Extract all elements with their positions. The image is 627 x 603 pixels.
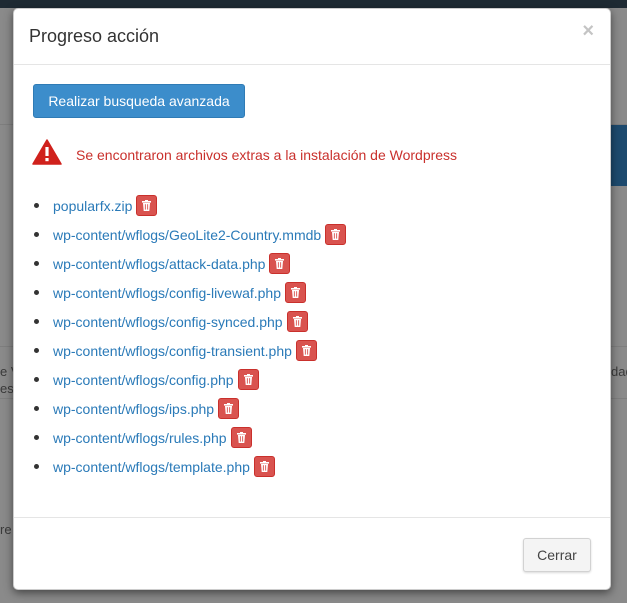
trash-icon bbox=[224, 403, 234, 414]
trash-icon bbox=[331, 229, 341, 240]
progress-modal: Progreso acción × Realizar busqueda avan… bbox=[13, 8, 611, 590]
bullet bbox=[34, 406, 39, 411]
file-link[interactable]: wp-content/wflogs/config-synced.php bbox=[53, 314, 283, 330]
bullet bbox=[34, 319, 39, 324]
modal-header: Progreso acción × bbox=[14, 9, 610, 65]
advanced-search-button[interactable]: Realizar busqueda avanzada bbox=[33, 84, 245, 118]
trash-icon bbox=[301, 345, 311, 356]
delete-file-button[interactable] bbox=[295, 340, 317, 361]
modal-footer: Cerrar bbox=[14, 518, 610, 589]
bullet bbox=[34, 203, 39, 208]
bullet bbox=[34, 464, 39, 469]
modal-title: Progreso acción bbox=[29, 26, 160, 46]
bullet bbox=[34, 377, 39, 382]
trash-icon bbox=[142, 200, 152, 211]
list-item: wp-content/wflogs/ips.php bbox=[34, 394, 346, 423]
file-link[interactable]: wp-content/wflogs/config.php bbox=[53, 372, 234, 388]
file-link[interactable]: wp-content/wflogs/config-livewaf.php bbox=[53, 285, 281, 301]
delete-file-button[interactable] bbox=[136, 195, 158, 216]
background-top-bar bbox=[0, 0, 627, 8]
alert-message: Se encontraron archivos extras a la inst… bbox=[76, 147, 458, 163]
trash-icon bbox=[259, 461, 269, 472]
list-item: popularfx.zip bbox=[34, 191, 346, 220]
file-link[interactable]: wp-content/wflogs/template.php bbox=[53, 459, 250, 475]
background-text-fragment: es bbox=[0, 381, 14, 396]
bullet bbox=[34, 261, 39, 266]
delete-file-button[interactable] bbox=[325, 224, 347, 245]
delete-file-button[interactable] bbox=[237, 369, 259, 390]
file-link[interactable]: wp-content/wflogs/GeoLite2-Country.mmdb bbox=[53, 227, 321, 243]
trash-icon bbox=[275, 258, 285, 269]
file-link[interactable]: wp-content/wflogs/ips.php bbox=[53, 401, 214, 417]
delete-file-button[interactable] bbox=[269, 253, 291, 274]
background-panel-edge bbox=[611, 124, 627, 186]
trash-icon bbox=[236, 432, 246, 443]
bullet bbox=[34, 290, 39, 295]
delete-file-button[interactable] bbox=[253, 456, 275, 477]
close-button[interactable]: Cerrar bbox=[523, 538, 591, 572]
modal-body: Realizar busqueda avanzada Se encontraro… bbox=[14, 65, 610, 518]
list-item: wp-content/wflogs/template.php bbox=[34, 452, 346, 481]
list-item: wp-content/wflogs/config.php bbox=[34, 365, 346, 394]
list-item: wp-content/wflogs/GeoLite2-Country.mmdb bbox=[34, 220, 347, 249]
list-item: wp-content/wflogs/rules.php bbox=[34, 423, 346, 452]
bullet bbox=[34, 435, 39, 440]
trash-icon bbox=[291, 287, 301, 298]
trash-icon bbox=[292, 316, 302, 327]
background-text-fragment: re bbox=[0, 522, 12, 537]
warning-triangle-icon bbox=[32, 139, 62, 165]
bullet bbox=[34, 232, 39, 237]
delete-file-button[interactable] bbox=[285, 282, 307, 303]
list-item: wp-content/wflogs/config-synced.php bbox=[34, 307, 346, 336]
extra-files-list: popularfx.zip wp-content/wflogs/GeoLite2… bbox=[34, 191, 347, 481]
delete-file-button[interactable] bbox=[286, 311, 308, 332]
list-item: wp-content/wflogs/attack-data.php bbox=[34, 249, 346, 278]
file-link[interactable]: wp-content/wflogs/attack-data.php bbox=[53, 256, 265, 272]
delete-file-button[interactable] bbox=[230, 427, 252, 448]
file-link[interactable]: wp-content/wflogs/rules.php bbox=[53, 430, 227, 446]
list-item: wp-content/wflogs/config-livewaf.php bbox=[34, 278, 346, 307]
bullet bbox=[34, 348, 39, 353]
file-link[interactable]: wp-content/wflogs/config-transient.php bbox=[53, 343, 292, 359]
close-icon[interactable]: × bbox=[582, 21, 594, 41]
delete-file-button[interactable] bbox=[218, 398, 240, 419]
trash-icon bbox=[243, 374, 253, 385]
background-text-fragment: dad bbox=[611, 364, 627, 379]
file-link[interactable]: popularfx.zip bbox=[53, 198, 132, 214]
list-item: wp-content/wflogs/config-transient.php bbox=[34, 336, 346, 365]
